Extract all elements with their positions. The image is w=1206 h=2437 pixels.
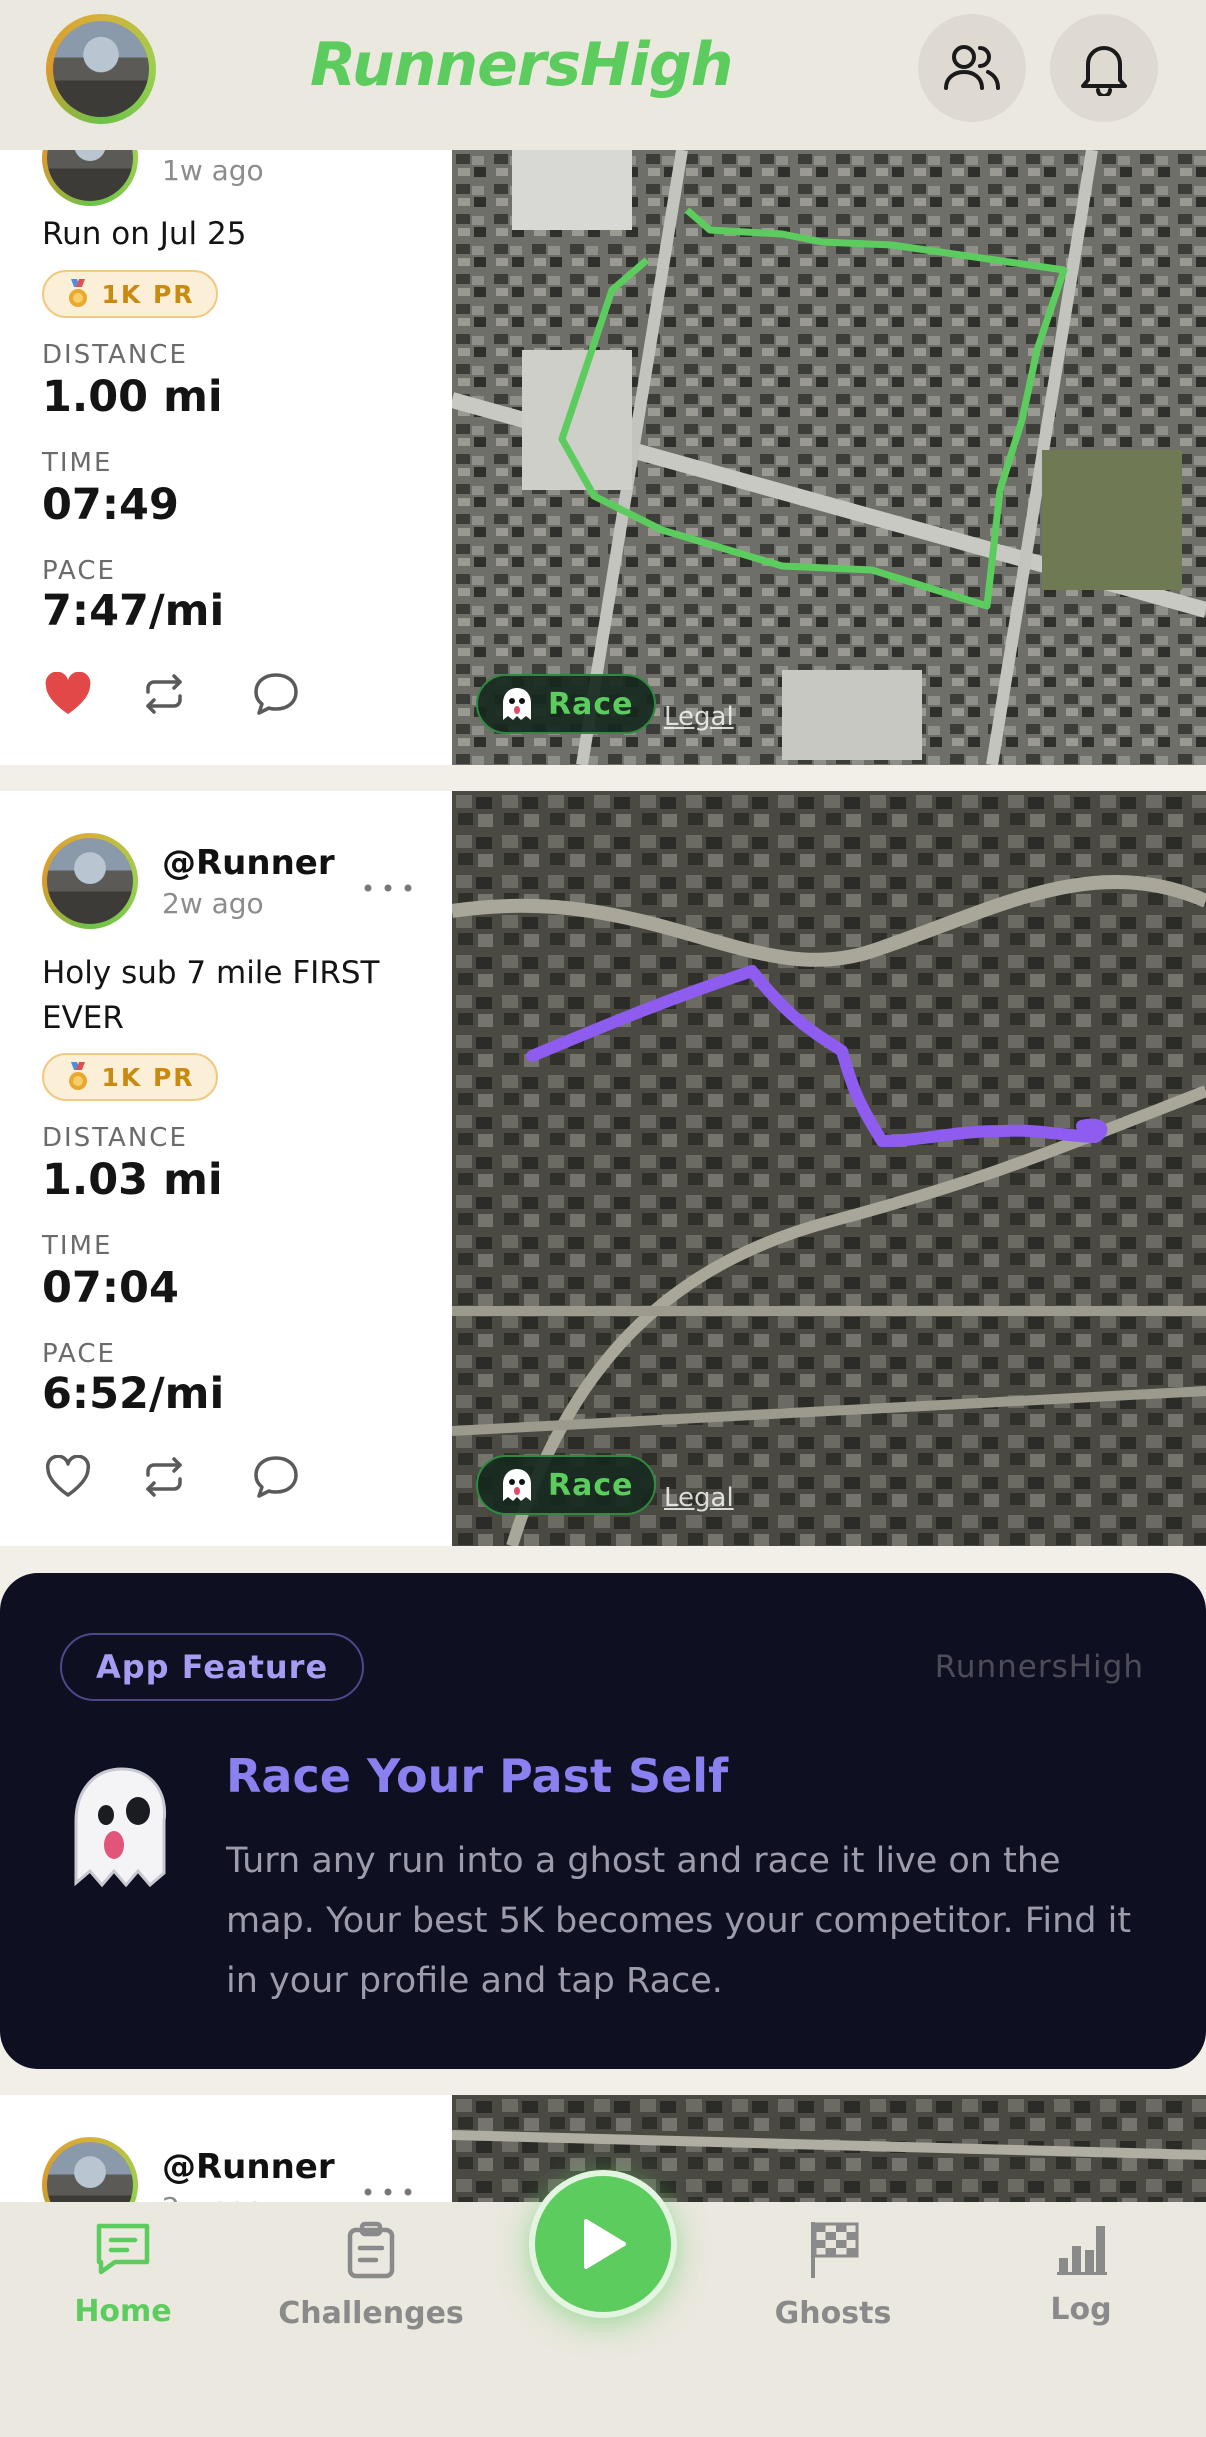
bar-chart-icon: [1057, 2226, 1107, 2275]
like-button[interactable]: [40, 666, 96, 722]
route-map[interactable]: Race Legal: [452, 791, 1206, 1546]
heart-outline-icon: [45, 1455, 91, 1497]
ghost-icon: [503, 688, 531, 720]
post-title: Holy sub 7 mile FIRST EVER: [42, 955, 380, 1036]
feature-body: Turn any run into a ghost and race it li…: [226, 1841, 1132, 2001]
nav-challenges-label: Challenges: [278, 2296, 464, 2331]
race-button[interactable]: Race: [476, 674, 656, 734]
avatar-photo: [47, 838, 133, 924]
post-title: Run on Jul 25: [42, 216, 247, 252]
post-details: @Runner 2w ago: [0, 2095, 452, 2202]
more-icon: [364, 884, 412, 892]
distance-value: 1.03 mi: [42, 1155, 223, 1205]
feature-tag: App Feature: [60, 1633, 365, 1701]
ghost-icon: [74, 1767, 167, 1888]
pace-value: 7:47/mi: [42, 586, 225, 636]
route-map[interactable]: Race Legal: [452, 150, 1206, 765]
heart-filled-icon: [45, 672, 91, 714]
post-time-ago: 2w ago: [162, 2191, 264, 2202]
nav-home-label: Home: [74, 2294, 172, 2329]
repost-button[interactable]: [136, 1449, 192, 1505]
notifications-button[interactable]: [1050, 14, 1158, 122]
nav-ghosts[interactable]: Ghosts: [733, 2220, 933, 2360]
comment-button[interactable]: [248, 666, 304, 722]
play-icon: [584, 2219, 626, 2269]
distance-label: DISTANCE: [42, 1123, 188, 1153]
pr-badge: 1K PR: [42, 1053, 218, 1101]
feature-brand: RunnersHigh: [934, 1649, 1144, 1685]
avatar-photo: [47, 2142, 133, 2202]
bell-icon: [1081, 46, 1127, 96]
post-avatar[interactable]: [42, 833, 138, 929]
race-label: Race: [548, 686, 634, 722]
post-time-ago: 2w ago: [162, 887, 264, 920]
badge-label: 1K PR: [101, 1062, 195, 1092]
pr-badge: 1K PR: [42, 270, 218, 318]
feed-divider: [0, 765, 1206, 791]
like-button[interactable]: [40, 1449, 96, 1505]
pace-value: 6:52/mi: [42, 1369, 225, 1419]
medal-icon: [69, 1062, 88, 1090]
ghost-icon: [503, 1469, 531, 1501]
app-feature-card[interactable]: App Feature RunnersHigh Race Your Past S…: [0, 1573, 1206, 2069]
checkered-flag-icon: [811, 2222, 859, 2278]
satellite-map: [452, 150, 1206, 765]
friends-button[interactable]: [918, 14, 1026, 122]
comment-icon: [254, 673, 298, 715]
time-label: TIME: [42, 1231, 113, 1261]
time-label: TIME: [42, 448, 113, 478]
repost-icon: [146, 674, 182, 714]
repost-button[interactable]: [136, 666, 192, 722]
feed-post[interactable]: 1w ago Run on Jul 25 1K PR DISTANCE 1.00…: [0, 110, 1206, 765]
post-avatar[interactable]: [42, 2137, 138, 2202]
pace-label: PACE: [42, 556, 116, 586]
post-details: 1w ago Run on Jul 25 1K PR DISTANCE 1.00…: [0, 110, 452, 765]
feed-post[interactable]: @Runner 2w ago Holy sub 7 mile FIRST EVE…: [0, 791, 1206, 1546]
medal-icon: [69, 279, 88, 307]
nav-log[interactable]: Log: [981, 2220, 1181, 2360]
clipboard-icon: [347, 2221, 395, 2279]
pace-label: PACE: [42, 1339, 116, 1369]
chat-icon: [96, 2223, 150, 2275]
race-label: Race: [548, 1467, 634, 1503]
map-legal-link[interactable]: Legal: [664, 702, 734, 732]
comment-icon: [254, 1456, 298, 1498]
repost-icon: [146, 1457, 182, 1497]
distance-label: DISTANCE: [42, 340, 188, 370]
badge-label: 1K PR: [101, 279, 195, 309]
nav-home[interactable]: Home: [23, 2220, 223, 2360]
time-value: 07:04: [42, 1263, 179, 1313]
people-icon: [944, 45, 1000, 90]
post-username[interactable]: @Runner: [162, 843, 335, 883]
time-value: 07:49: [42, 480, 179, 530]
feature-title: Race Your Past Self: [226, 1749, 729, 1803]
start-run-button[interactable]: [529, 2170, 677, 2318]
nav-challenges[interactable]: Challenges: [271, 2220, 471, 2360]
race-button[interactable]: Race: [476, 1455, 656, 1515]
app-header: RunnersHigh: [0, 0, 1206, 150]
more-icon: [364, 2188, 412, 2196]
comment-button[interactable]: [248, 1449, 304, 1505]
nav-log-label: Log: [1050, 2292, 1112, 2327]
nav-ghosts-label: Ghosts: [774, 2296, 892, 2331]
post-details: @Runner 2w ago Holy sub 7 mile FIRST EVE…: [0, 791, 452, 1546]
post-more-button[interactable]: [362, 863, 414, 903]
profile-avatar[interactable]: [46, 14, 156, 124]
app-brand: RunnersHigh: [310, 30, 734, 100]
post-username[interactable]: @Runner: [162, 2147, 335, 2187]
post-time-ago: 1w ago: [162, 154, 264, 187]
feed-divider: [0, 1546, 1206, 1572]
satellite-map: [452, 791, 1206, 1546]
distance-value: 1.00 mi: [42, 372, 223, 422]
map-legal-link[interactable]: Legal: [664, 1483, 734, 1513]
avatar-photo: [53, 21, 149, 117]
post-more-button[interactable]: [362, 2167, 414, 2202]
